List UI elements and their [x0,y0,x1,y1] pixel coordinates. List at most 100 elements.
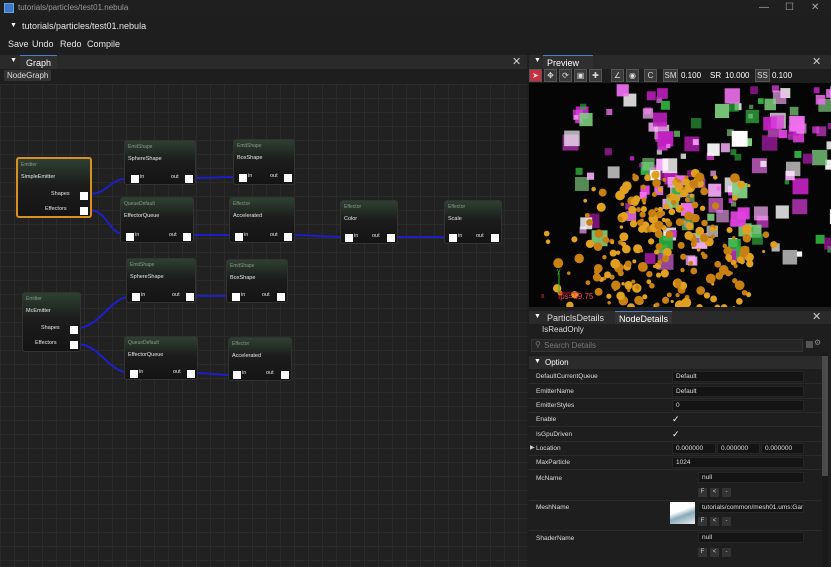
port-out[interactable] [491,234,499,242]
port-in[interactable] [345,234,353,242]
particle-cube [606,108,613,115]
location-y[interactable]: 0.000000 [717,443,760,454]
collapse-icon[interactable]: ▼ [534,313,541,320]
port-out[interactable] [387,234,395,242]
port-in[interactable] [233,371,241,379]
close-icon[interactable]: ✕ [512,55,521,68]
port-in[interactable] [132,293,140,301]
scale-icon[interactable]: ▣ [574,69,587,82]
camera-c-button[interactable]: C [644,69,657,82]
section-option[interactable]: ▼ Option [529,356,822,369]
snap-icon[interactable]: ∠ [611,69,624,82]
node-effector-queue[interactable]: QueueDefault EffectorQueue in out [120,197,194,243]
port-effectors[interactable] [80,207,88,215]
port-in[interactable] [130,370,138,378]
port-out[interactable] [186,293,194,301]
scrollbar-thumb[interactable] [822,356,828,476]
port-effectors[interactable] [70,341,78,349]
clear-button[interactable]: - [722,488,731,497]
tab-particles-details[interactable]: ParticlsDetails [543,311,608,324]
location-z[interactable]: 0.000000 [761,443,804,454]
port-in[interactable] [449,234,457,242]
prop-value[interactable]: Default [672,386,804,397]
menu-save[interactable]: Save [8,39,29,49]
clear-button[interactable]: - [722,517,731,526]
close-icon[interactable]: ✕ [812,310,821,323]
port-out[interactable] [277,293,285,301]
prop-value[interactable]: null [698,472,804,483]
tab-node-details[interactable]: NodeDetails [615,311,673,324]
assign-button[interactable]: < [710,548,719,557]
tab-preview[interactable]: Preview [543,55,593,69]
details-scrollbar[interactable] [822,352,828,567]
node-accelerated[interactable]: Effector Accelerated in out [229,197,295,243]
port-out[interactable] [187,370,195,378]
particle-cube [680,153,686,159]
menu-compile[interactable]: Compile [87,39,120,49]
location-x[interactable]: 0.000000 [672,443,716,454]
maximize-icon[interactable]: ☐ [785,2,794,13]
find-button[interactable]: F [698,548,707,557]
port-shapes[interactable] [80,192,88,200]
port-out[interactable] [284,174,292,182]
prop-value[interactable]: null [698,532,804,543]
port-shapes[interactable] [70,326,78,334]
prop-value[interactable]: 0 [672,400,804,411]
node-sphere-shape[interactable]: EmitShape SphereShape in out [124,140,196,185]
prop-value[interactable]: tutorials/common/mesh01.ums:Game [698,502,804,513]
collapse-icon[interactable]: ▼ [10,22,17,29]
move-icon[interactable]: ✥ [544,69,557,82]
gpu-driven-checkbox[interactable]: ✓ [672,429,682,439]
port-in[interactable] [235,233,243,241]
clear-button[interactable]: - [722,548,731,557]
port-in[interactable] [126,233,134,241]
enable-checkbox[interactable]: ✓ [672,414,682,424]
find-button[interactable]: F [698,517,707,526]
expand-icon[interactable]: ▶ [530,444,535,451]
port-out[interactable] [284,233,292,241]
node-color[interactable]: Effector Color in out [340,200,398,244]
collapse-icon[interactable]: ▼ [534,358,541,365]
collapse-icon[interactable]: ▼ [10,57,17,64]
close-icon[interactable]: ✕ [812,55,821,68]
close-window-icon[interactable]: ✕ [811,2,819,13]
preview-viewport[interactable] [529,83,831,307]
transform-icon[interactable]: ✚ [589,69,602,82]
grid-icon[interactable] [806,341,813,348]
node-simple-emitter[interactable]: Emitter SimpleEmitter Shapes Effectors [16,157,92,218]
port-out[interactable] [185,175,193,183]
particle-sphere [628,205,637,214]
prop-value[interactable]: Default [672,371,804,382]
particle-sphere [741,224,752,235]
prop-value[interactable]: 1024 [672,457,804,468]
settings-icon[interactable]: ⚙ [814,338,821,347]
snap-scale-value[interactable]: 0.100 [772,71,792,80]
port-in[interactable] [131,175,139,183]
port-out[interactable] [183,233,191,241]
menu-redo[interactable]: Redo [60,39,82,49]
menu-undo[interactable]: Undo [32,39,54,49]
find-button[interactable]: F [698,488,707,497]
node-accelerated-2[interactable]: Effector Accelerated in out [228,337,292,381]
select-icon[interactable]: ➤ [529,69,542,82]
port-out[interactable] [281,371,289,379]
collapse-icon[interactable]: ▼ [534,57,541,64]
node-scale[interactable]: Effector Scale in out [444,200,502,244]
node-box-shape[interactable]: EmitShape BoxShape in out [233,139,295,185]
world-icon[interactable]: ◉ [626,69,639,82]
snap-rotate-value[interactable]: 10.000 [725,71,749,80]
tab-graph[interactable]: Graph [20,55,58,69]
node-effector-queue-2[interactable]: QueueDefault EffectorQueue in out [124,336,198,380]
assign-button[interactable]: < [710,488,719,497]
node-sphere-shape-2[interactable]: EmitShape SphereShape in out [126,258,196,303]
assign-button[interactable]: < [710,517,719,526]
minimize-icon[interactable]: — [759,2,769,13]
port-in[interactable] [239,174,247,182]
snap-move-value[interactable]: 0.100 [681,71,701,80]
mesh-thumbnail[interactable] [670,502,695,524]
node-mc-emitter[interactable]: Emitter McEmitter Shapes Effectors [22,292,81,352]
node-box-shape-2[interactable]: EmitShape BoxShape in out [226,259,288,303]
port-in[interactable] [232,293,240,301]
rotate-icon[interactable]: ⟳ [559,69,572,82]
search-input[interactable]: ⚲ Search Details [531,339,803,352]
